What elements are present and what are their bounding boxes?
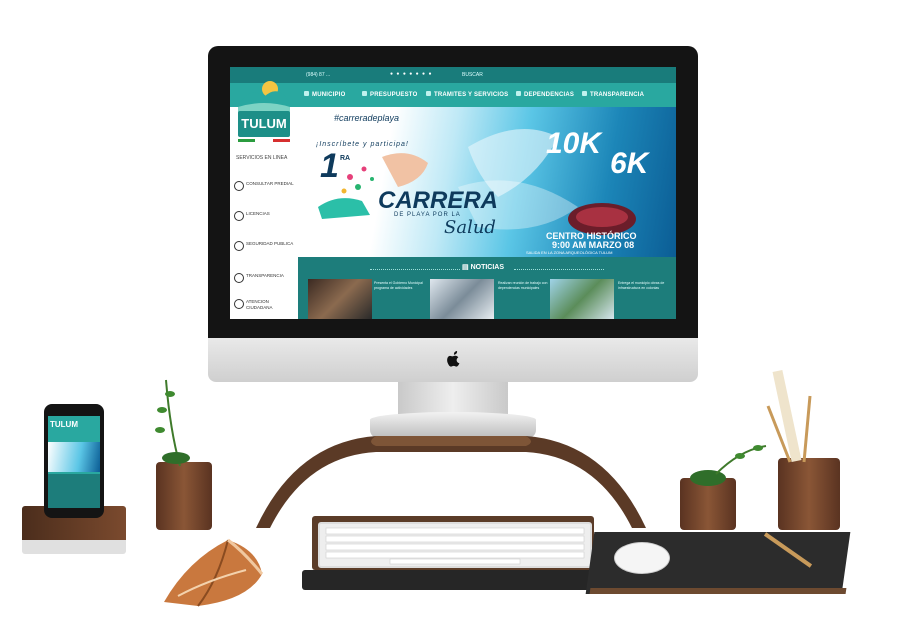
mouse[interactable] (614, 542, 670, 574)
wrist-rest (302, 570, 604, 590)
news-divider-left (370, 269, 460, 270)
nav-item-dependencias[interactable]: DEPENDENCIAS (516, 91, 574, 98)
plant-right (690, 445, 767, 486)
news-heading: ▤ NOTICIAS (462, 264, 505, 271)
banner-time: 9:00 AM MARZO 08 (552, 240, 635, 250)
news-text-3[interactable]: Entrega el municipio obras de infraestru… (618, 281, 672, 291)
sidebar-title: SERVICIOS EN LINEA (236, 155, 288, 161)
sidebar-item-atencion[interactable]: ATENCION CIUDADANA (234, 299, 296, 311)
news-text-2[interactable]: Realizan reunión de trabajo con dependen… (498, 281, 552, 291)
monitor-screen: (984) 87 ... ● ● ● ● ● ● ● BUSCAR MUNICI… (230, 67, 676, 319)
sidebar-item-licencias[interactable]: LICENCIAS (234, 211, 296, 221)
pencils-and-ruler (766, 369, 812, 463)
folder-icon (582, 91, 587, 96)
plant-left (155, 379, 190, 467)
pencil-holder (778, 458, 840, 530)
banner-distance-b: 6K (610, 147, 649, 180)
phone-dock-base (22, 540, 126, 554)
nav-item-presupuesto[interactable]: PRESUPUESTO (362, 91, 417, 98)
keyboard[interactable] (318, 522, 592, 568)
news-thumb-3[interactable] (550, 279, 614, 319)
banner-note: SALIDA EN LA ZONA ARQUEOLÓGICA TULUM (526, 250, 613, 255)
tulum-logo[interactable]: TULUM (234, 77, 294, 147)
hero-banner[interactable]: #carreradeplaya ¡Inscríbete y participa!… (298, 107, 676, 257)
seashell (164, 538, 264, 607)
home-icon (234, 299, 244, 309)
phone-logo: TULUM (50, 420, 78, 429)
site-topbar: (984) 87 ... ● ● ● ● ● ● ● BUSCAR (230, 67, 676, 83)
nav-item-tramites[interactable]: TRAMITES Y SERVICIOS (426, 91, 508, 98)
apple-logo-icon (447, 351, 460, 367)
banner-hashtag: #carreradeplaya (334, 113, 400, 123)
eye-icon (234, 273, 244, 283)
folder-icon (516, 91, 521, 96)
document-icon (234, 181, 244, 191)
news-text-1[interactable]: Presenta el Gobierno Municipal programa … (374, 281, 428, 291)
phone-banner (48, 442, 100, 472)
logo-wordmark: TULUM (241, 116, 287, 131)
folder-icon (426, 91, 431, 96)
sidebar-item-predial[interactable]: CONSULTAR PREDIAL (234, 181, 296, 191)
phone-screen[interactable]: TULUM (48, 416, 100, 508)
news-divider-right (514, 269, 604, 270)
wooden-monitor-riser (256, 436, 646, 528)
banner-superscript: RA (340, 155, 351, 162)
social-icons[interactable]: ● ● ● ● ● ● ● (390, 71, 432, 77)
banner-script: Salud (444, 217, 496, 238)
banner-distance-a: 10K (546, 127, 602, 160)
monitor-stand-neck (398, 382, 508, 414)
search-link[interactable]: BUSCAR (462, 72, 483, 78)
site-navbar: MUNICIPIO PRESUPUESTO TRAMITES Y SERVICI… (230, 83, 676, 107)
sidebar-item-seguridad[interactable]: SEGURIDAD PUBLICA (234, 241, 296, 251)
sidebar-item-transparencia[interactable]: TRANSPARENCIA (234, 273, 296, 283)
banner-number: 1 (320, 147, 339, 185)
license-icon (234, 211, 244, 221)
building-icon (234, 241, 244, 251)
keyboard-keys (325, 527, 585, 565)
news-thumb-2[interactable] (430, 279, 494, 319)
mouse-pad-edge (589, 588, 847, 594)
news-section: ▤ NOTICIAS Presenta el Gobierno Municipa… (298, 257, 676, 319)
folder-icon (304, 91, 309, 96)
topbar-phone: (984) 87 ... (306, 72, 331, 78)
news-thumb-1[interactable] (308, 279, 372, 319)
nav-item-transparencia[interactable]: TRANSPARENCIA (582, 91, 644, 98)
nav-item-municipio[interactable]: MUNICIPIO (304, 91, 345, 98)
folder-icon (362, 91, 367, 96)
plant-pot-left (156, 462, 212, 530)
newspaper-icon: ▤ (462, 264, 471, 271)
banner-title: CARRERA (378, 187, 498, 214)
phone-news (48, 474, 100, 508)
